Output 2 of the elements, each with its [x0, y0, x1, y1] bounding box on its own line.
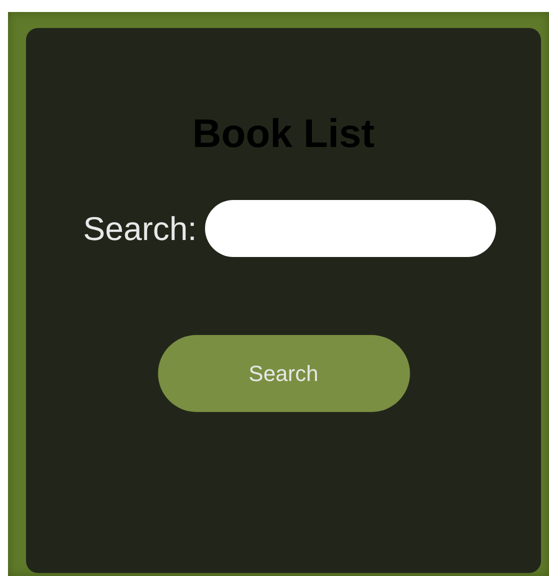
search-button[interactable]: Search: [158, 335, 410, 412]
search-label: Search:: [83, 210, 197, 248]
